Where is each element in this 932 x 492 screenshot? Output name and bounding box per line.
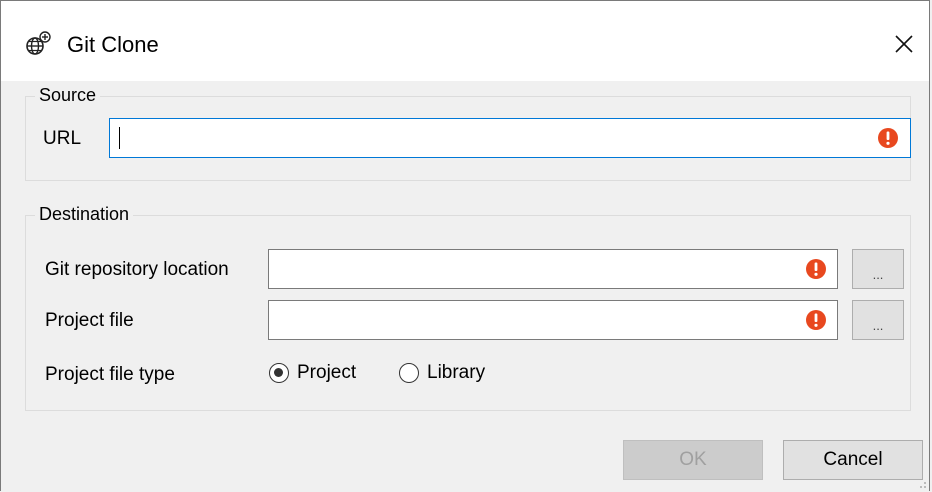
globe-git-icon (26, 31, 51, 55)
project-file-label: Project file (45, 310, 134, 331)
radio-selected-dot (274, 368, 283, 377)
radio-library[interactable]: Library (399, 362, 485, 384)
destination-group-label: Destination (35, 204, 134, 225)
browse-repo-location-button[interactable]: ... (852, 249, 904, 289)
repo-location-input-box[interactable] (268, 249, 838, 289)
resize-grip-icon[interactable] (915, 477, 927, 489)
radio-library-label: Library (427, 362, 486, 383)
source-group-label: Source (35, 85, 101, 106)
url-input-box[interactable] (109, 118, 911, 158)
url-label: URL (43, 128, 82, 149)
error-icon (806, 259, 826, 279)
radio-project[interactable]: Project (269, 362, 356, 384)
ok-button[interactable]: OK (623, 440, 763, 480)
dialog-title: Git Clone (67, 32, 159, 57)
project-file-input[interactable] (269, 301, 837, 339)
close-button[interactable] (879, 19, 929, 69)
title-bar: Git Clone (1, 1, 929, 81)
text-caret (119, 127, 120, 149)
browse-project-file-button[interactable]: ... (852, 300, 904, 340)
close-icon (895, 35, 913, 53)
radio-project-label: Project (297, 362, 357, 383)
url-input[interactable] (110, 119, 910, 157)
error-icon (806, 310, 826, 330)
git-clone-dialog: Git Clone Source URL Destination Git rep… (0, 0, 930, 491)
radio-project-circle (269, 363, 289, 383)
repo-location-label: Git repository location (45, 259, 229, 280)
radio-library-circle (399, 363, 419, 383)
project-file-input-box[interactable] (268, 300, 838, 340)
error-icon (878, 128, 898, 148)
repo-location-input[interactable] (269, 250, 837, 288)
project-file-type-label: Project file type (45, 364, 175, 385)
cancel-button[interactable]: Cancel (783, 440, 923, 480)
